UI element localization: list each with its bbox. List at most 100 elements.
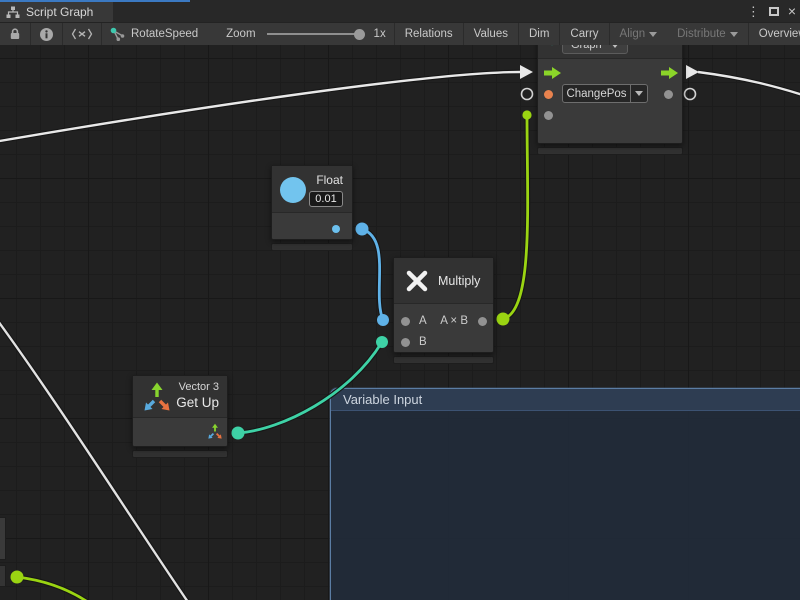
multiply-input-b-port[interactable] <box>401 338 410 347</box>
multiply-input-a-port[interactable] <box>401 317 410 326</box>
wire-white-diag-outline <box>0 321 190 600</box>
wire-green-bottom-left[interactable] <box>17 577 92 600</box>
align-label: Align <box>620 28 646 40</box>
zoom-slider[interactable] <box>267 33 363 35</box>
node-graph[interactable]: <> Graph ChangePos <box>537 45 683 155</box>
wire-endpoint-green-bl[interactable] <box>11 571 24 584</box>
distribute-menu-button[interactable]: Distribute <box>667 23 749 45</box>
float-node-title: Float <box>316 173 343 187</box>
graph-node-header[interactable]: <> Graph <box>538 45 682 59</box>
multiply-input-b-label: B <box>419 336 427 348</box>
multiply-node-header[interactable]: Multiply <box>394 258 493 304</box>
port-dot-input-2[interactable] <box>544 111 553 120</box>
values-label: Values <box>474 28 508 40</box>
group-header[interactable]: Variable Input <box>331 389 800 411</box>
multiply-input-a-label: A <box>419 315 427 327</box>
float-type-icon <box>280 177 306 203</box>
wire-multiply-to-graph[interactable] <box>503 115 528 319</box>
changepos-dropdown[interactable]: ChangePos <box>562 84 648 103</box>
float-node-header[interactable]: Float 0.01 <box>272 166 352 213</box>
wire-endpoint-blue-start[interactable] <box>356 223 369 236</box>
offscreen-node-fragment-top[interactable] <box>0 517 6 560</box>
overview-label: Overview <box>759 28 800 40</box>
unconnected-port-ring-right[interactable] <box>685 89 696 100</box>
wire-blue-outline <box>362 229 383 320</box>
unconnected-port-ring-left[interactable] <box>522 89 533 100</box>
changepos-label: ChangePos <box>563 88 630 100</box>
tab-script-graph[interactable]: Script Graph <box>0 2 113 22</box>
wire-endpoint-green-top[interactable] <box>522 110 531 119</box>
wire-endpoint-teal-end[interactable] <box>376 336 388 348</box>
distribute-label: Distribute <box>677 28 726 40</box>
dropdown-caret[interactable] <box>630 85 647 102</box>
window-maximize-icon[interactable] <box>769 7 779 16</box>
overview-button[interactable]: Overview <box>749 23 800 45</box>
graph-selector-dropdown[interactable]: Graph <box>562 45 628 54</box>
window-close-icon[interactable]: × <box>788 4 796 18</box>
wire-flow-in-outline <box>0 72 520 142</box>
lock-button[interactable] <box>0 23 31 45</box>
wire-float-to-multiply[interactable] <box>362 229 383 320</box>
info-button[interactable] <box>31 23 63 45</box>
multiply-output-port[interactable] <box>478 317 487 326</box>
relations-button[interactable]: Relations <box>394 23 464 45</box>
fit-view-icon <box>71 28 93 40</box>
wire-flow-out[interactable] <box>698 72 800 96</box>
float-node-footer <box>271 243 353 251</box>
info-icon <box>39 27 54 42</box>
window-controls: ⋮ × <box>747 0 796 22</box>
vector3-output-port-icon[interactable] <box>207 423 223 440</box>
vector3-node-footer <box>132 450 228 458</box>
node-vector3-get-up[interactable]: Vector 3 Get Up <box>132 375 228 458</box>
flow-input-arrow-icon[interactable] <box>544 67 561 79</box>
wire-endpoint-blue-end[interactable] <box>377 314 389 326</box>
wire-white-diagonal[interactable] <box>0 321 190 600</box>
graph-asset-icon <box>110 27 126 42</box>
carry-button[interactable]: Carry <box>560 23 609 45</box>
offscreen-node-fragment-bottom[interactable] <box>0 565 6 587</box>
wire-green-outline <box>503 115 528 319</box>
graph-canvas[interactable]: Variable Input <box>0 45 800 600</box>
zoom-slider-handle[interactable] <box>354 29 365 40</box>
carry-label: Carry <box>570 28 598 40</box>
window-menu-icon[interactable]: ⋮ <box>747 5 760 18</box>
chevron-down-icon <box>611 45 619 48</box>
float-value-input[interactable]: 0.01 <box>309 191 343 207</box>
group-variable-input[interactable]: Variable Input <box>330 388 800 600</box>
fit-view-button[interactable] <box>63 23 102 45</box>
graph-node-footer <box>537 147 683 155</box>
node-multiply[interactable]: Multiply A A × B B <box>393 257 494 364</box>
wire-endpoint-teal-start[interactable] <box>232 427 245 440</box>
port-dot-output[interactable] <box>664 90 673 99</box>
zoom-label: Zoom <box>226 28 255 40</box>
flow-out-triangle[interactable] <box>686 65 699 79</box>
wire-endpoint-green-bottom[interactable] <box>497 313 510 326</box>
vector3-node-title: Vector 3 <box>179 381 219 393</box>
wire-flow-in[interactable] <box>0 72 520 142</box>
tab-label: Script Graph <box>26 5 93 19</box>
vector3-node-header[interactable]: Vector 3 Get Up <box>133 376 227 418</box>
code-brackets-icon: <> <box>545 45 559 49</box>
align-menu-button[interactable]: Align <box>610 23 668 45</box>
multiply-node-title: Multiply <box>438 274 480 288</box>
flow-output-arrow-icon[interactable] <box>661 67 678 79</box>
node-float[interactable]: Float 0.01 <box>271 165 353 251</box>
zoom-value: 1x <box>374 28 386 40</box>
multiply-x-icon <box>404 268 430 294</box>
tab-bar: Script Graph ⋮ × <box>0 0 800 22</box>
chevron-down-icon <box>635 91 643 96</box>
vector3-axes-icon <box>141 381 173 413</box>
lock-icon <box>8 27 22 41</box>
zoom-control: Zoom 1x <box>218 28 394 40</box>
dim-button[interactable]: Dim <box>519 23 560 45</box>
script-graph-window: Script Graph ⋮ × <box>0 0 800 600</box>
flow-in-triangle[interactable] <box>520 65 533 79</box>
graph-selector-label: Graph <box>571 45 602 51</box>
multiply-output-label: A × B <box>440 315 468 327</box>
graph-name-label: RotateSpeed <box>131 28 198 40</box>
group-title: Variable Input <box>343 392 422 407</box>
float-output-port[interactable] <box>332 225 340 233</box>
port-dot-orange-input[interactable] <box>544 90 553 99</box>
multiply-node-footer <box>393 356 494 364</box>
values-button[interactable]: Values <box>464 23 519 45</box>
